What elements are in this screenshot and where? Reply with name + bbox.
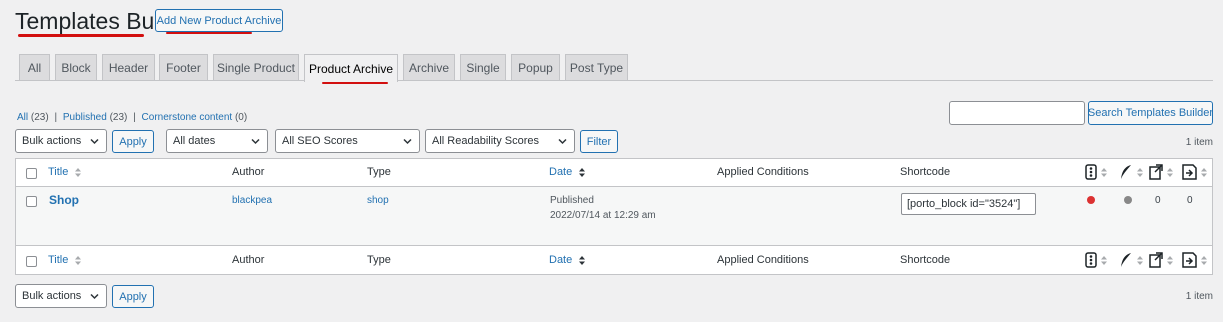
incoming-links-icon (1182, 252, 1197, 268)
templates-table: Title Author Type Date Applied Condition… (15, 158, 1213, 275)
tab-single-product[interactable]: Single Product (213, 54, 299, 81)
sort-icon (1137, 255, 1143, 265)
apply-button-bottom[interactable]: Apply (112, 285, 154, 308)
readability-score-select[interactable]: All Readability Scores (425, 129, 575, 153)
view-cornerstone-link[interactable]: Cornerstone content (142, 112, 233, 123)
table-row: Shop blackpea shop Published 2022/07/14 … (16, 187, 1212, 246)
items-count-bottom: 1 item (1185, 291, 1213, 302)
column-author: Author (232, 166, 265, 178)
table-header-row: Title Author Type Date Applied Condition… (16, 159, 1212, 187)
column-readability[interactable] (1119, 164, 1144, 180)
seo-score-select[interactable]: All SEO Scores (275, 129, 420, 153)
incoming-links-icon (1182, 164, 1197, 180)
view-all-link[interactable]: All (17, 112, 28, 123)
view-filters: All (23) | Published (23) | Cornerstone … (17, 112, 248, 123)
column-incoming-links[interactable] (1181, 252, 1208, 268)
column-applied-conditions: Applied Conditions (717, 166, 809, 178)
tab-single[interactable]: Single (460, 54, 506, 81)
sort-desc-icon (579, 255, 586, 265)
row-status: Published (550, 195, 594, 206)
chevron-down-icon (403, 138, 412, 145)
row-author-link[interactable]: blackpea (232, 195, 272, 206)
sort-icon (75, 255, 82, 265)
tab-product-archive[interactable]: Product Archive (304, 54, 398, 82)
apply-button[interactable]: Apply (112, 130, 154, 153)
sort-icon (1101, 255, 1107, 265)
column-outgoing-links[interactable] (1147, 164, 1174, 180)
bulk-actions-select[interactable]: Bulk actions (15, 129, 107, 153)
column-date[interactable]: Date (549, 166, 586, 178)
add-new-button[interactable]: Add New Product Archive (155, 9, 283, 32)
tab-popup[interactable]: Popup (511, 54, 560, 81)
annotation-underline (322, 82, 388, 84)
tab-post-type[interactable]: Post Type (565, 54, 628, 81)
column-seo-score[interactable] (1085, 252, 1108, 268)
column-applied-conditions: Applied Conditions (717, 254, 809, 266)
chevron-down-icon (251, 138, 260, 145)
readability-score-dot (1124, 196, 1132, 204)
shortcode-field[interactable]: [porto_block id="3524"] (901, 193, 1036, 215)
row-type-link[interactable]: shop (367, 195, 389, 206)
chevron-down-icon (558, 138, 567, 145)
search-input[interactable] (949, 101, 1085, 125)
tab-archive[interactable]: Archive (403, 54, 455, 81)
sort-icon (1201, 255, 1207, 265)
table-footer-row: Title Author Type Date Applied Condition… (16, 247, 1212, 275)
tab-block[interactable]: Block (55, 54, 97, 81)
filter-button[interactable]: Filter (580, 130, 618, 153)
outgoing-links-count: 0 (1155, 195, 1161, 206)
sort-icon (1201, 167, 1207, 177)
column-shortcode: Shortcode (900, 254, 951, 266)
view-published-link[interactable]: Published (63, 112, 107, 123)
tab-all[interactable]: All (19, 54, 50, 81)
column-date[interactable]: Date (549, 254, 586, 266)
column-author: Author (232, 254, 265, 266)
seo-traffic-light-icon (1085, 252, 1097, 268)
search-button[interactable]: Search Templates Builder (1088, 101, 1213, 125)
sort-desc-icon (579, 167, 586, 177)
column-type: Type (367, 166, 391, 178)
column-shortcode: Shortcode (900, 166, 951, 178)
sort-icon (1101, 167, 1107, 177)
column-incoming-links[interactable] (1181, 164, 1208, 180)
chevron-down-icon (90, 138, 99, 145)
feather-icon (1121, 253, 1131, 267)
column-outgoing-links[interactable] (1147, 252, 1174, 268)
row-title-link[interactable]: Shop (49, 193, 79, 207)
incoming-links-count: 0 (1187, 195, 1193, 206)
column-type: Type (367, 254, 391, 266)
tab-footer[interactable]: Footer (159, 54, 208, 81)
sort-icon (1167, 167, 1173, 177)
outgoing-links-icon (1149, 164, 1163, 180)
column-title[interactable]: Title (48, 254, 82, 266)
select-all-checkbox[interactable] (26, 256, 37, 267)
seo-traffic-light-icon (1085, 164, 1097, 180)
column-title[interactable]: Title (48, 166, 82, 178)
chevron-down-icon (90, 293, 99, 300)
sort-icon (75, 167, 82, 177)
seo-score-dot (1087, 196, 1095, 204)
row-checkbox[interactable] (26, 196, 37, 207)
outgoing-links-icon (1149, 252, 1163, 268)
feather-icon (1121, 165, 1131, 179)
sort-icon (1167, 255, 1173, 265)
column-readability[interactable] (1119, 252, 1144, 268)
annotation-underline (166, 32, 252, 34)
date-filter-select[interactable]: All dates (166, 129, 268, 153)
items-count: 1 item (1185, 137, 1213, 148)
row-date: 2022/07/14 at 12:29 am (550, 210, 656, 221)
sort-icon (1137, 167, 1143, 177)
annotation-underline (18, 34, 144, 37)
column-seo-score[interactable] (1085, 164, 1108, 180)
tab-header[interactable]: Header (102, 54, 155, 81)
select-all-checkbox[interactable] (26, 168, 37, 179)
tab-divider (15, 80, 1213, 81)
bulk-actions-select-bottom[interactable]: Bulk actions (15, 284, 107, 308)
